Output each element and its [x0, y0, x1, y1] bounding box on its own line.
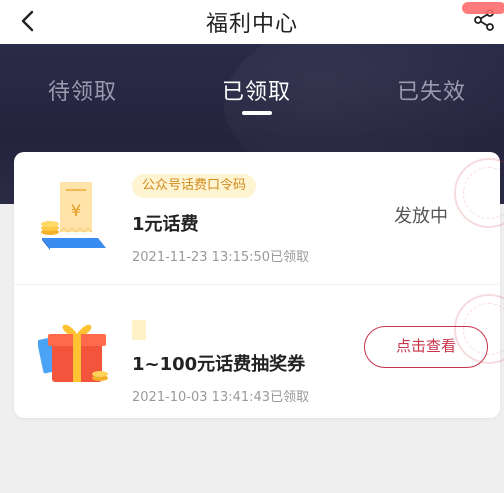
coupon-card[interactable]: 1~100元话费抽奖券 2021-10-03 13:41:43已领取 点击查看: [14, 284, 504, 416]
tab-expired[interactable]: 已失效: [397, 74, 466, 106]
tab-claimed[interactable]: 已领取: [222, 74, 291, 106]
coupon-title: 1~100元话费抽奖券: [132, 354, 306, 375]
corner-badge: [462, 2, 504, 14]
svg-text:¥: ¥: [71, 201, 81, 220]
page-title: 福利中心: [205, 12, 298, 37]
share-button[interactable]: [462, 2, 504, 32]
coupon-list: ¥ 公众号话费口令码 1元话费 2021-11-23 13:15:50已领取 发…: [14, 152, 504, 418]
coupon-card[interactable]: ¥ 公众号话费口令码 1元话费 2021-11-23 13:15:50已领取 发…: [14, 152, 504, 284]
active-tab-indicator: [242, 111, 272, 115]
coupon-tag: [132, 320, 146, 340]
coupon-date: 2021-11-23 13:15:50已领取: [132, 250, 310, 265]
top-bar: 福利中心: [0, 0, 504, 44]
gift-box-icon: [38, 324, 108, 382]
coupon-title: 1元话费: [132, 214, 199, 235]
coupon-date: 2021-10-03 13:41:43已领取: [132, 390, 310, 405]
bill-receipt-icon: ¥: [41, 182, 106, 250]
coupon-tag: 公众号话费口令码: [132, 174, 257, 198]
claimed-stamp-icon: [454, 158, 504, 228]
tab-to-claim[interactable]: 待领取: [48, 74, 117, 106]
coupon-status: 发放中: [394, 206, 448, 227]
